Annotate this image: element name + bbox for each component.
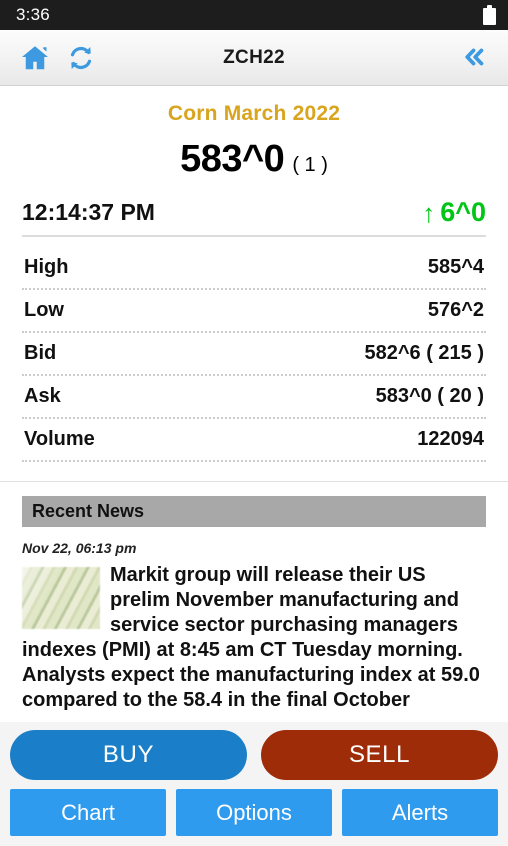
row-label: Low <box>24 299 64 321</box>
quote-timestamp: 12:14:37 PM <box>22 199 155 225</box>
row-value: 583^0 ( 20 ) <box>375 385 484 407</box>
recent-news-header: Recent News <box>22 496 486 527</box>
row-value: 122094 <box>417 428 484 450</box>
buy-button[interactable]: BUY <box>10 730 247 780</box>
row-value: 582^6 ( 215 ) <box>364 342 484 364</box>
nav-left-group <box>0 43 96 73</box>
table-row: Low 576^2 <box>22 290 486 333</box>
last-price: 583^0 <box>180 138 285 180</box>
status-bar-clock: 3:36 <box>16 5 50 24</box>
alerts-button[interactable]: Alerts <box>342 789 498 836</box>
last-price-row: 583^0 ( 1 ) <box>0 138 508 181</box>
news-article[interactable]: Markit group will release their US preli… <box>22 563 486 713</box>
secondary-actions: Chart Options Alerts <box>10 789 498 836</box>
sell-button[interactable]: SELL <box>261 730 498 780</box>
row-label: Ask <box>24 385 61 407</box>
row-label: Volume <box>24 428 95 450</box>
news-timestamp: Nov 22, 06:13 pm <box>22 540 137 556</box>
chart-button[interactable]: Chart <box>10 789 166 836</box>
cash-photo-thumbnail <box>22 567 100 629</box>
home-icon[interactable] <box>20 43 50 73</box>
recent-news-title: Recent News <box>32 501 145 521</box>
refresh-icon[interactable] <box>66 43 96 73</box>
table-row: Bid 582^6 ( 215 ) <box>22 333 486 376</box>
quote-time-change-row: 12:14:37 PM ↑ 6^0 <box>22 197 486 237</box>
app-screen: 3:36 ZCH22 Corn March 2022 583^0 (1) 1… <box>0 0 508 846</box>
table-row: Ask 583^0 ( 20 ) <box>22 376 486 419</box>
row-value: 585^4 <box>427 256 484 278</box>
row-label: Bid <box>24 342 57 364</box>
action-bar: BUY SELL Chart Options Alerts <box>0 722 508 846</box>
double-chevron-left-icon[interactable] <box>460 43 490 73</box>
table-row: High 585^4 <box>22 247 486 290</box>
row-value: 576^2 <box>427 299 484 321</box>
net-change-value: 6^0 <box>440 197 486 227</box>
recent-news-section: Recent News Nov 22, 06:13 pm Markit grou… <box>0 482 508 722</box>
back-button[interactable] <box>460 43 490 73</box>
primary-actions: BUY SELL <box>10 730 498 780</box>
table-row: Volume 122094 <box>22 419 486 462</box>
net-change: ↑ 6^0 <box>422 197 486 228</box>
status-bar: 3:36 <box>0 0 508 30</box>
quote-header: Corn March 2022 583^0 ( 1 ) 12:14:37 PM … <box>0 86 508 237</box>
battery-full-icon <box>483 5 496 25</box>
arrow-up-icon: ↑ <box>422 197 436 228</box>
navigation-bar: ZCH22 <box>0 30 508 86</box>
quote-table: High 585^4 Low 576^2 Bid 582^6 ( 215 ) A… <box>22 247 486 462</box>
options-button[interactable]: Options <box>176 789 332 836</box>
last-trade-size: ( 1 ) <box>292 154 328 176</box>
contract-name: Corn March 2022 <box>167 102 341 125</box>
row-label: High <box>24 256 69 278</box>
